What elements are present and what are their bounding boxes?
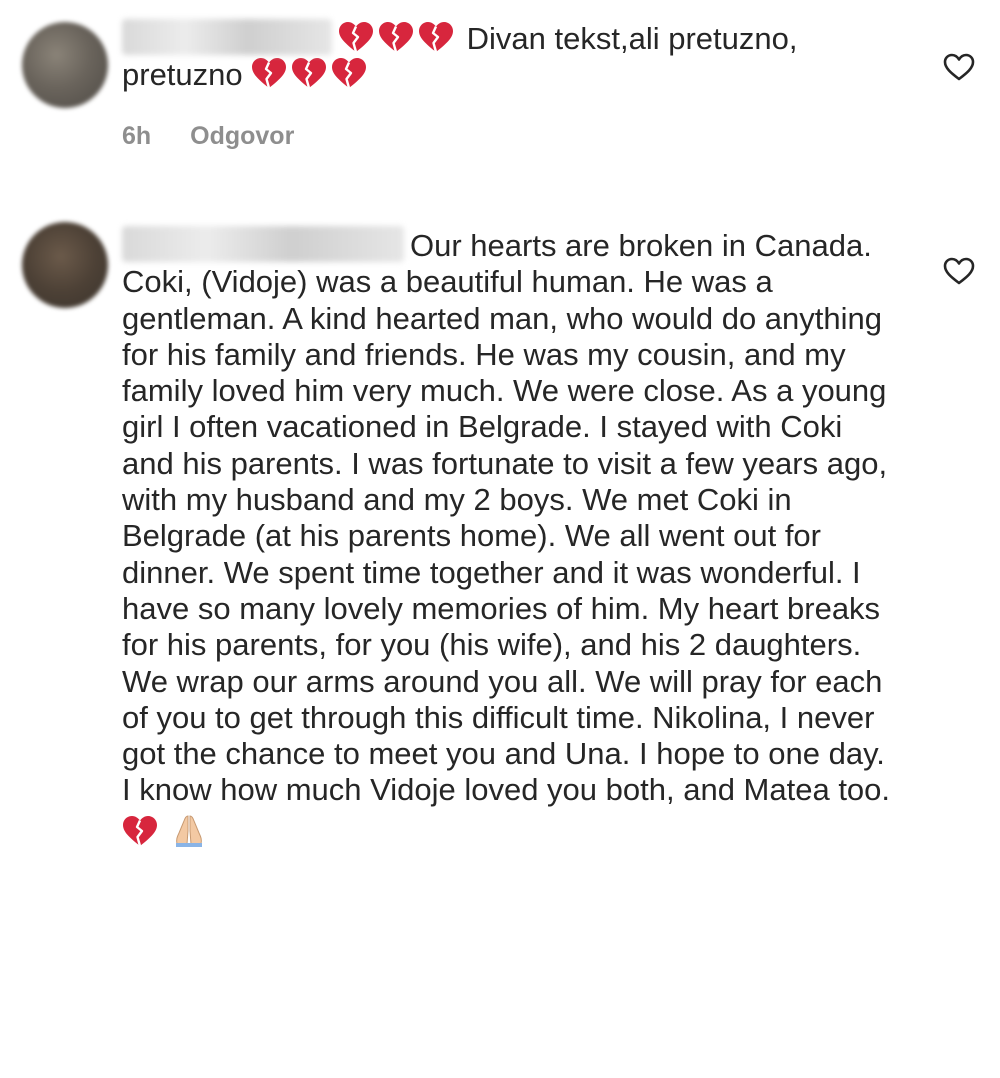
comment-item-1: Divan tekst,ali pretuzno, pretuzno 6h Od…	[0, 0, 1000, 200]
broken-heart-icon	[291, 57, 327, 89]
heart-outline-icon[interactable]	[942, 52, 976, 82]
avatar[interactable]	[22, 22, 108, 108]
broken-heart-icon	[338, 21, 374, 53]
comment-paragraph-2: We wrap our arms around you all. We will…	[122, 663, 891, 808]
folded-hands-icon	[175, 815, 202, 847]
comment-body: Divan tekst,ali pretuzno,	[466, 21, 798, 56]
broken-heart-icon	[418, 21, 454, 53]
broken-heart-icon	[251, 57, 287, 89]
comment-body: Our hearts are broken in Canada. Coki, (…	[122, 228, 888, 663]
comment-text: Our hearts are broken in Canada. Coki, (…	[122, 226, 892, 849]
avatar[interactable]	[22, 222, 108, 308]
comment-meta: 6h Odgovor	[122, 122, 326, 151]
broken-heart-icon	[331, 57, 367, 89]
broken-heart-icon	[122, 815, 158, 847]
comment-body-line2: pretuzno	[122, 57, 243, 93]
emoji-line	[122, 813, 892, 849]
comment-timestamp: 6h	[122, 122, 152, 150]
username-blurred[interactable]	[122, 19, 332, 55]
reply-button[interactable]: Odgovor	[190, 122, 294, 150]
username-blurred[interactable]	[122, 226, 404, 262]
broken-heart-icon	[378, 21, 414, 53]
comment-text: Divan tekst,ali pretuzno, pretuzno	[122, 19, 892, 94]
comment-paragraph-1: Our hearts are broken in Canada. Coki, (…	[122, 226, 892, 664]
comment-item-2: Our hearts are broken in Canada. Coki, (…	[0, 190, 1000, 1078]
heart-outline-icon[interactable]	[942, 256, 976, 286]
